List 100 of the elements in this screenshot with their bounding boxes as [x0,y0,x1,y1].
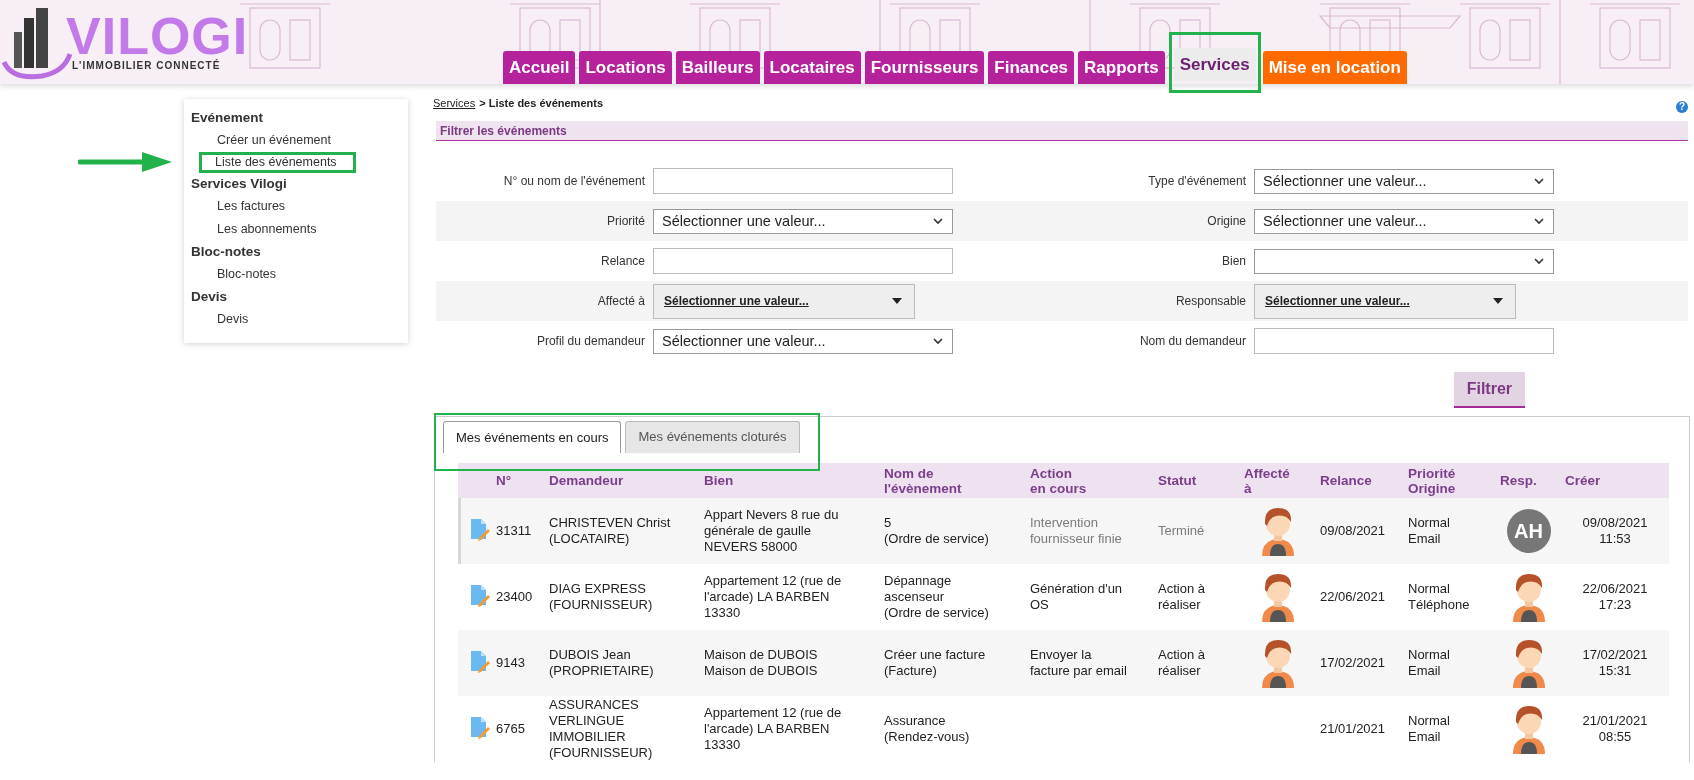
nav-tab[interactable]: Fournisseurs [864,51,985,84]
field-label: Priorité [606,214,646,228]
table-cell: CHRISTEVEN Christ (LOCATAIRE) [549,515,671,546]
text-field[interactable] [653,168,953,194]
table-cell: 22/06/2021 [1320,589,1386,604]
table-cell: ASSURANCES VERLINGUE IMMOBILIER (FOURNISSEUR) [549,697,653,760]
field-label: Affecté à [596,294,646,308]
sidebar-link[interactable]: Liste des événements [215,155,337,169]
text-field[interactable] [1254,328,1554,354]
column-header: Demandeur [549,473,624,488]
nav-tab[interactable]: Bailleurs [675,51,760,84]
sidebar-heading: Devis [191,288,229,306]
table-cell: Normal Email [1408,647,1450,678]
column-header: Priorité Origine [1408,465,1456,496]
triangle-down-icon [1493,298,1503,304]
table-cell: DIAG EXPRESS (FOURNISSEUR) [549,581,653,612]
triangle-down-icon [892,298,902,304]
select-field[interactable]: Sélectionner une valeur... [653,328,953,354]
document-pencil-icon[interactable] [470,583,490,607]
field-label: Type d'événement [1147,174,1247,188]
table-cell: Appartement 12 (rue de l'arcade) LA BARBEN 13330 [704,573,842,620]
column-header: Nom de l'évènement [884,465,962,496]
table-cell: 09/08/2021 [1320,523,1386,538]
field-label: N° ou nom de l'événement [502,174,646,188]
select-field[interactable]: Sélectionner une valeur... [1254,168,1554,194]
initials-avatar: AH [1506,509,1551,553]
tab[interactable]: Mes événements cloturés [625,421,800,453]
sidebar-heading: Services Vilogi [191,175,288,193]
chevron-down-icon [1533,217,1545,225]
table-cell: Dépannage ascenseur (Ordre de service) [884,573,989,620]
table-cell: 17/02/2021 [1320,655,1386,670]
section-header: Filtrer les événements [436,121,1688,141]
breadcrumb-link[interactable]: Services [433,97,476,109]
table-cell: Terminé [1158,523,1205,538]
sidebar-heading: Bloc-notes [191,243,262,261]
column-header: Affecté à [1244,465,1290,496]
table-cell: Action à réaliser [1158,581,1205,612]
nav-tab[interactable]: Accueil [503,51,576,84]
table-cell: 23400 [496,589,533,604]
table-cell: Action à réaliser [1158,647,1205,678]
nav-tab[interactable]: Services [1173,48,1256,81]
field-label: Responsable [1174,294,1247,308]
table-cell: Normal Email [1408,515,1450,546]
sidebar-link[interactable]: Les abonnements [217,222,317,236]
nav-tab[interactable]: Rapports [1078,51,1165,84]
table-cell: Normal Email [1408,713,1450,744]
table-cell: Intervention fournisseur finie [1030,515,1122,546]
column-header: Statut [1158,473,1197,488]
table-cell: Créer une facture (Facture) [884,647,986,678]
table-cell: Normal Téléphone [1408,581,1470,612]
arrow-icon [78,151,174,173]
column-header: Action en cours [1030,465,1087,496]
chevron-down-icon [932,217,944,225]
dropdown-field[interactable]: Sélectionner une valeur... [653,283,915,319]
field-label: Bien [1220,254,1247,268]
document-pencil-icon[interactable] [470,649,490,673]
table-cell: Envoyer la facture par email [1030,647,1127,678]
logo-wordmark: VILOGI [66,14,249,58]
sidebar-link[interactable]: Bloc-notes [217,267,277,281]
text-field[interactable] [653,248,953,274]
column-header: N° [496,473,512,488]
table-cell: 6765 [496,721,525,736]
table-cell: 22/06/2021 17:23 [1582,581,1648,612]
select-field[interactable] [1254,248,1554,274]
table-cell: 17/02/2021 15:31 [1582,647,1648,678]
table-cell: Maison de DUBOIS Maison de DUBOIS [704,647,818,678]
sidebar-link[interactable]: Les factures [217,199,286,213]
column-header: Resp. [1500,473,1537,488]
table-cell: 21/01/2021 08:55 [1582,713,1648,744]
sidebar-link[interactable]: Créer un événement [217,133,331,147]
table-cell: 9143 [496,655,525,670]
chevron-down-icon [1533,257,1545,265]
sidebar-heading: Evénement [191,109,265,127]
field-label: Profil du demandeur [535,334,646,348]
field-label: Relance [599,254,646,268]
field-label: Nom du demandeur [1138,334,1247,348]
nav-tab[interactable]: Locations [579,51,672,84]
logo-tagline: L'IMMOBILIER CONNECTÉ [72,60,222,71]
dropdown-field[interactable]: Sélectionner une valeur... [1254,283,1516,319]
table-cell: Assurance (Rendez-vous) [884,713,970,744]
sidebar-link[interactable]: Devis [217,312,249,326]
tab[interactable]: Mes événements en cours [443,421,622,453]
select-field[interactable]: Sélectionner une valeur... [653,208,953,234]
table-cell: 09/08/2021 11:53 [1582,515,1648,546]
select-field[interactable]: Sélectionner une valeur... [1254,208,1554,234]
nav-tab[interactable]: Locataires [763,51,861,84]
table-cell: Appart Nevers 8 rue du générale de gaulle NEVERS 58000 [704,507,839,554]
breadcrumb-current: > Liste des événements [479,97,603,109]
help-icon[interactable]: ? [1676,101,1688,113]
table-cell: 31311 [496,523,532,538]
table-cell: Génération d'un OS [1030,581,1123,612]
table-cell: 5 (Ordre de service) [884,515,989,546]
chevron-down-icon [1533,177,1545,185]
nav-tab[interactable]: Finances [988,51,1075,84]
document-pencil-icon[interactable] [470,517,490,541]
filter-button[interactable]: Filtrer [1453,372,1525,408]
column-header: Créer [1565,473,1601,488]
document-pencil-icon[interactable] [470,715,490,739]
chevron-down-icon [932,337,944,345]
table-cell: 21/01/2021 [1320,721,1386,736]
